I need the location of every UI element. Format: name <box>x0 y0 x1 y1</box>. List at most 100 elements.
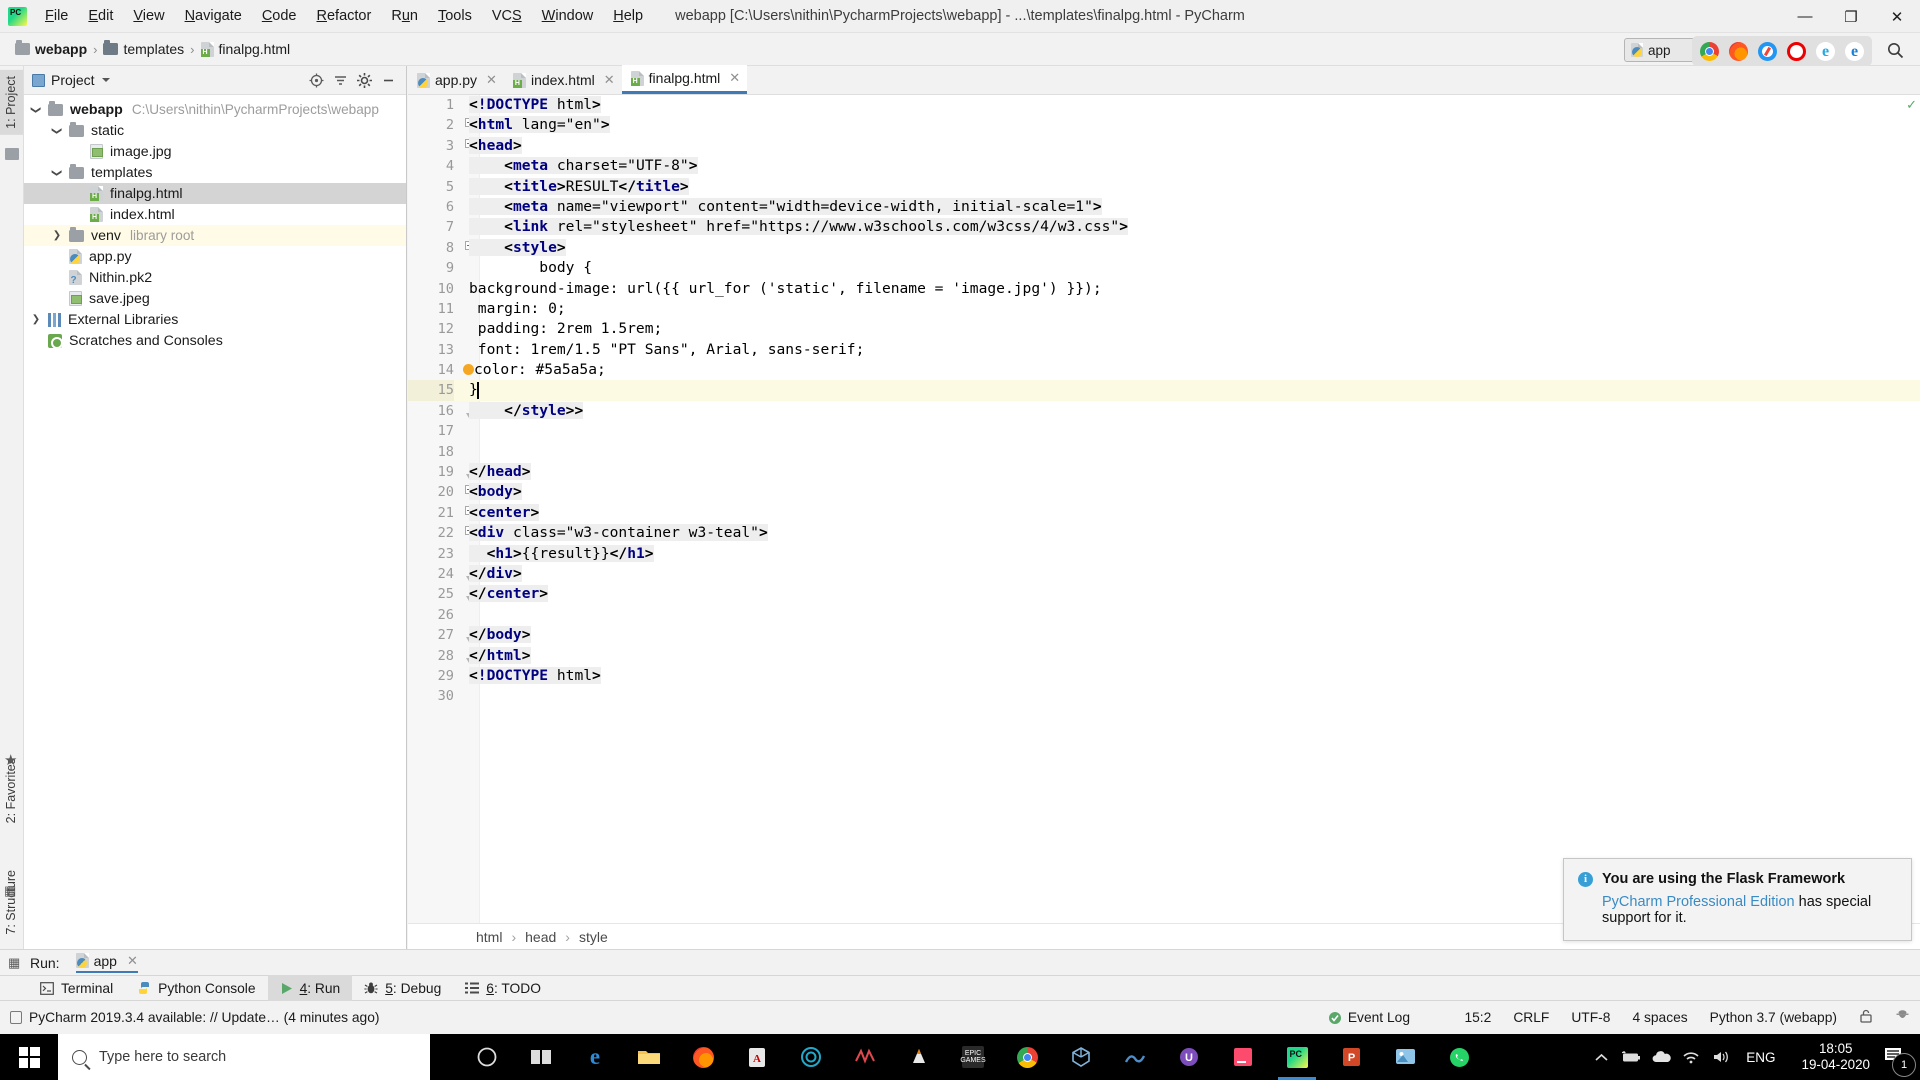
collapse-all-button[interactable] <box>328 68 352 92</box>
menu-window[interactable]: Window <box>532 4 604 28</box>
powerpoint-icon[interactable]: P <box>1324 1034 1378 1080</box>
acrobat-icon[interactable]: A <box>730 1034 784 1080</box>
breadcrumb-item-templates[interactable]: templates <box>100 40 187 57</box>
color-swatch-icon[interactable] <box>463 364 474 376</box>
menu-edit[interactable]: Edit <box>78 4 123 28</box>
menu-tools[interactable]: Tools <box>428 4 482 28</box>
tree-item-image-jpg[interactable]: image.jpg <box>24 141 406 162</box>
code-line[interactable]: 25 </center> <box>408 584 1920 604</box>
chrome-icon[interactable] <box>1000 1034 1054 1080</box>
chevron-down-icon[interactable]: ❯ <box>49 165 65 181</box>
code-line[interactable]: 10 background-image: url({{ url_for ('sta… <box>408 279 1920 299</box>
notifications-button[interactable]: 1 <box>1880 1034 1920 1080</box>
firefox-icon[interactable] <box>676 1034 730 1080</box>
notification-link[interactable]: PyCharm Professional Edition <box>1602 894 1795 910</box>
jetbrains-toolbox-icon[interactable] <box>1216 1034 1270 1080</box>
indent-setting[interactable]: 4 spaces <box>1632 1010 1687 1025</box>
menu-code[interactable]: Code <box>252 4 307 28</box>
menu-view[interactable]: View <box>123 4 174 28</box>
code-line[interactable]: 1 <!DOCTYPE html> <box>408 95 1920 115</box>
edge-icon[interactable]: e <box>568 1034 622 1080</box>
start-button[interactable] <box>0 1034 58 1080</box>
code-content[interactable]: 1 <!DOCTYPE html> 2 <html lang="en"> 3 <head>… <box>408 95 1920 949</box>
editor-scrollbar[interactable]: ✓ <box>1906 95 1920 949</box>
code-line[interactable]: 8 <style> <box>408 238 1920 258</box>
code-line[interactable]: 24 </div> <box>408 564 1920 584</box>
tree-item-app-py[interactable]: app.py <box>24 246 406 267</box>
edge-icon[interactable]: e <box>1845 41 1864 61</box>
chevron-right-icon[interactable]: ❯ <box>28 312 44 328</box>
code-line[interactable]: 29 <!DOCTYPE html> <box>408 666 1920 686</box>
close-button[interactable]: ✕ <box>1874 0 1920 33</box>
menu-help[interactable]: Help <box>603 4 653 28</box>
menu-vcs[interactable]: VCS <box>482 4 532 28</box>
vlc-icon[interactable] <box>892 1034 946 1080</box>
pycharm-icon[interactable]: PC <box>1270 1034 1324 1080</box>
onedrive-icon[interactable] <box>1646 1034 1676 1080</box>
file-explorer-icon[interactable] <box>622 1034 676 1080</box>
caret-position[interactable]: 15:2 <box>1464 1010 1491 1025</box>
breadcrumb-item-webapp[interactable]: webapp <box>12 40 90 57</box>
language-indicator[interactable]: ENG <box>1736 1050 1791 1065</box>
taskbar-clock[interactable]: 18:05 19-04-2020 <box>1792 1041 1881 1073</box>
tree-item-scratches-and-consoles[interactable]: Scratches and Consoles <box>24 330 406 351</box>
editor-tab-finalpg-html[interactable]: finalpg.html ✕ <box>621 65 748 94</box>
hector-icon[interactable] <box>1895 1009 1910 1027</box>
whatsapp-icon[interactable] <box>1432 1034 1486 1080</box>
chevron-right-icon[interactable]: ❯ <box>49 228 65 244</box>
python-interpreter[interactable]: Python 3.7 (webapp) <box>1710 1010 1837 1025</box>
file-encoding[interactable]: UTF-8 <box>1571 1010 1610 1025</box>
code-editor[interactable]: 1 <!DOCTYPE html> 2 <html lang="en"> 3 <head>… <box>408 95 1920 949</box>
tool-window-5--debug[interactable]: 5: Debug <box>352 975 453 1001</box>
firefox-icon[interactable] <box>1729 41 1748 61</box>
menu-file[interactable]: File <box>35 4 78 28</box>
settings-button[interactable] <box>352 68 376 92</box>
code-line[interactable]: 5 <title>RESULT</title> <box>408 177 1920 197</box>
editor-breadcrumb-head[interactable]: head <box>525 929 556 945</box>
tree-item-index-html[interactable]: index.html <box>24 204 406 225</box>
tool-window-6--todo[interactable]: 6: TODO <box>453 975 553 1001</box>
close-icon[interactable]: ✕ <box>729 70 740 86</box>
tree-item-finalpg-html[interactable]: finalpg.html <box>24 183 406 204</box>
menu-refactor[interactable]: Refactor <box>307 4 382 28</box>
code-line[interactable]: 2 <html lang="en"> <box>408 115 1920 135</box>
photos-icon[interactable] <box>1378 1034 1432 1080</box>
code-line[interactable]: 18 <box>408 442 1920 462</box>
code-line[interactable]: 14 color: #5a5a5a; <box>408 360 1920 380</box>
taskbar-search[interactable]: Type here to search <box>58 1034 430 1080</box>
cortana-icon[interactable] <box>460 1034 514 1080</box>
code-line[interactable]: 22 <div class="w3-container w3-teal"> <box>408 523 1920 543</box>
sandbox-icon[interactable] <box>1054 1034 1108 1080</box>
close-icon[interactable]: ✕ <box>127 953 138 969</box>
tree-item-static[interactable]: ❯ static <box>24 120 406 141</box>
code-line[interactable]: 9 body { <box>408 258 1920 278</box>
nord-icon[interactable] <box>1108 1034 1162 1080</box>
line-separator[interactable]: CRLF <box>1513 1010 1549 1025</box>
maximize-button[interactable]: ❐ <box>1828 0 1874 33</box>
editor-breadcrumb-html[interactable]: html <box>476 929 502 945</box>
code-line[interactable]: 20 <body> <box>408 482 1920 502</box>
ie-icon[interactable]: e <box>1816 41 1835 61</box>
chevron-down-icon[interactable]: ❯ <box>49 123 65 139</box>
lock-icon[interactable] <box>1859 1009 1873 1027</box>
scroll-from-source-button[interactable] <box>304 68 328 92</box>
code-line[interactable]: 11 margin: 0; <box>408 299 1920 319</box>
event-log-group[interactable]: Event Log <box>1328 1010 1410 1025</box>
window-layout-icon[interactable]: ▦ <box>8 955 20 971</box>
volume-icon[interactable] <box>1706 1034 1736 1080</box>
chevron-down-icon[interactable]: ❯ <box>28 102 44 118</box>
code-line[interactable]: 13 font: 1rem/1.5 "PT Sans", Arial, sans… <box>408 340 1920 360</box>
show-hidden-icons-icon[interactable] <box>1586 1034 1616 1080</box>
code-line[interactable]: 28 </html> <box>408 646 1920 666</box>
code-line[interactable]: 15} <box>408 380 1920 401</box>
stripe-tab-project[interactable]: 1: Project <box>0 70 23 135</box>
code-line[interactable]: 4 <meta charset="UTF-8"> <box>408 156 1920 176</box>
tool-window-terminal[interactable]: Terminal <box>28 975 125 1001</box>
status-message-group[interactable]: PyCharm 2019.3.4 available: // Update… (… <box>10 1010 379 1025</box>
tool-window-python-console[interactable]: Python Console <box>125 975 267 1001</box>
editor-tab-app-py[interactable]: app.py ✕ <box>408 66 504 94</box>
spiral-icon[interactable] <box>784 1034 838 1080</box>
menu-navigate[interactable]: Navigate <box>175 4 252 28</box>
hide-panel-button[interactable] <box>376 68 400 92</box>
safari-icon[interactable] <box>1758 41 1777 61</box>
